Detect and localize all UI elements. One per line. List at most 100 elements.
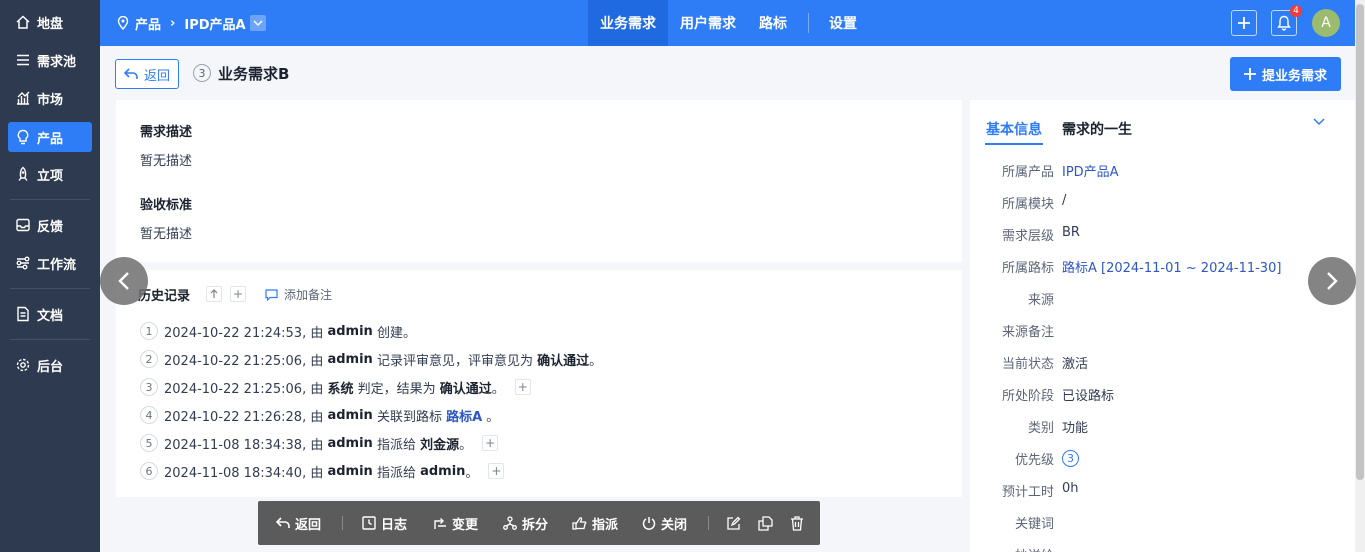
history-entry-actor: admin (327, 351, 373, 367)
header-divider (808, 13, 809, 33)
history-entry-text: 。 (465, 465, 479, 481)
action-change-button[interactable]: 变更 (433, 501, 478, 545)
history-entry-object: admin (420, 463, 466, 479)
action-log-button[interactable]: 日志 (362, 501, 407, 545)
property-label: 类别 (1027, 421, 1054, 436)
sidebar-item-workflow[interactable]: 工作流 (8, 248, 92, 278)
tab-business-demand[interactable]: 业务需求 (588, 0, 668, 46)
copy-icon (758, 515, 773, 531)
history-entry-actor: admin (327, 463, 373, 479)
breadcrumb-product[interactable]: IPD产品A (184, 14, 245, 33)
sidebar-item-label: 市场 (37, 92, 64, 108)
breadcrumb-root[interactable]: 产品 (135, 14, 161, 33)
tab-user-demand[interactable]: 用户需求 (668, 0, 748, 46)
sidebar-item-docs[interactable]: 文档 (8, 299, 92, 329)
prev-item-button[interactable] (100, 257, 148, 305)
avatar[interactable]: A (1312, 9, 1340, 37)
action-close-button[interactable]: 关闭 (642, 501, 687, 545)
property-value[interactable]: 路标A [2024-11-01 ~ 2024-11-30] (1062, 257, 1281, 276)
history-entry-text: 2024-11-08 18:34:38, 由 (164, 437, 328, 453)
sidebar-item-feedback[interactable]: 反馈 (8, 210, 92, 240)
history-entry-actor: 系统 (327, 381, 354, 397)
action-assign-button[interactable]: 指派 (572, 501, 618, 545)
action-split-button[interactable]: 拆分 (503, 501, 548, 545)
add-note-button[interactable]: 添加备注 (265, 286, 332, 303)
expand-history-button[interactable]: + (488, 463, 505, 479)
property-label: 所属路标 (1001, 261, 1054, 276)
sort-history-button[interactable] (206, 286, 222, 302)
history-entry-text: 判定，结果为 (353, 381, 440, 397)
property-value[interactable]: IPD产品A (1062, 161, 1119, 180)
create-business-demand-button[interactable]: 提业务需求 (1230, 57, 1341, 91)
expand-history-button[interactable]: + (482, 435, 499, 451)
action-label: 返回 (295, 517, 322, 533)
notification-badge: 4 (1290, 5, 1302, 17)
assign-icon (572, 517, 587, 530)
property-value: 已设路标 (1062, 389, 1115, 404)
history-entry-actor: admin (327, 323, 373, 339)
history-entry-actor: admin (327, 435, 373, 451)
trash-icon (791, 515, 803, 531)
action-label: 关闭 (661, 517, 688, 533)
back-button[interactable]: 返回 (115, 59, 179, 89)
next-item-button[interactable] (1308, 257, 1356, 305)
history-entry-object[interactable]: 路标A (446, 406, 482, 425)
workflow-icon (15, 255, 31, 271)
tab-lifecycle[interactable]: 需求的一生 (1062, 119, 1132, 139)
chevron-right-icon (1327, 272, 1338, 290)
bell-icon (1277, 15, 1291, 31)
history-entry: 6 2024-11-08 18:34:40, 由 admin 指派给 admin。… (140, 461, 505, 481)
tab-basic-info[interactable]: 基本信息 (986, 119, 1042, 139)
action-copy-button[interactable] (758, 501, 773, 545)
page-title: 业务需求B (218, 65, 290, 83)
add-note-label: 添加备注 (284, 288, 333, 302)
expand-all-history-button[interactable]: + (230, 286, 246, 302)
history-entry: 1 2024-10-22 21:24:53, 由 admin 创建。 (140, 321, 416, 341)
create-button-label: 提业务需求 (1261, 68, 1327, 84)
sidebar-item-label: 地盘 (37, 16, 64, 32)
sidebar-item-project[interactable]: 立项 (8, 159, 92, 189)
description-title: 需求描述 (140, 125, 193, 140)
sidebar-item-product[interactable]: 产品 (8, 122, 92, 152)
notification-button[interactable]: 4 (1271, 5, 1302, 36)
sidebar-item-label: 后台 (37, 359, 64, 375)
chevron-right-icon: › (170, 15, 176, 31)
action-bar: 返回 日志 变更 拆分 指派 关闭 (258, 501, 820, 545)
history-entry-text: 2024-10-22 21:25:06, 由 (164, 353, 328, 369)
collapse-panel-button[interactable] (1313, 118, 1325, 126)
tab-settings[interactable]: 设置 (818, 0, 868, 46)
history-entry-object: 刘金源 (420, 437, 460, 453)
gear-icon (15, 357, 31, 373)
acceptance-title: 验收标准 (140, 198, 193, 213)
sidebar-item-admin[interactable]: 后台 (8, 350, 92, 380)
split-icon (503, 516, 517, 530)
property-value: / (1062, 193, 1067, 208)
sidebar: 地盘 需求池 市场 产品 立项 反馈 工作流 文档 后台 (0, 0, 100, 552)
comment-icon (265, 288, 278, 301)
plus-icon: + (232, 287, 244, 301)
sidebar-item-label: 工作流 (37, 257, 77, 273)
sidebar-item-dashboard[interactable]: 地盘 (8, 7, 92, 37)
product-dropdown-button[interactable] (249, 15, 266, 31)
property-label: 抄送给 (974, 545, 1054, 552)
expand-history-button[interactable]: + (514, 379, 531, 395)
action-label: 指派 (592, 517, 619, 533)
property-label: 所属产品 (1001, 165, 1054, 180)
chevron-down-icon (253, 20, 263, 26)
action-back-button[interactable]: 返回 (276, 501, 321, 545)
action-label: 变更 (452, 517, 479, 533)
scrollbar-thumb[interactable] (1356, 4, 1364, 480)
quick-create-button[interactable] (1231, 10, 1257, 36)
history-entry-number: 6 (140, 462, 158, 480)
property-label: 所处阶段 (1001, 389, 1054, 404)
sidebar-item-market[interactable]: 市场 (8, 83, 92, 113)
tab-roadmap[interactable]: 路标 (748, 0, 798, 46)
property-value: 功能 (1062, 421, 1089, 436)
history-entry-object: 确认通过 (439, 381, 492, 397)
sidebar-item-label: 反馈 (37, 219, 64, 235)
action-edit-button[interactable] (726, 501, 741, 545)
sidebar-item-demand-pool[interactable]: 需求池 (8, 45, 92, 75)
sidebar-divider (10, 339, 90, 340)
action-delete-button[interactable] (790, 501, 804, 545)
action-label: 日志 (381, 517, 408, 533)
